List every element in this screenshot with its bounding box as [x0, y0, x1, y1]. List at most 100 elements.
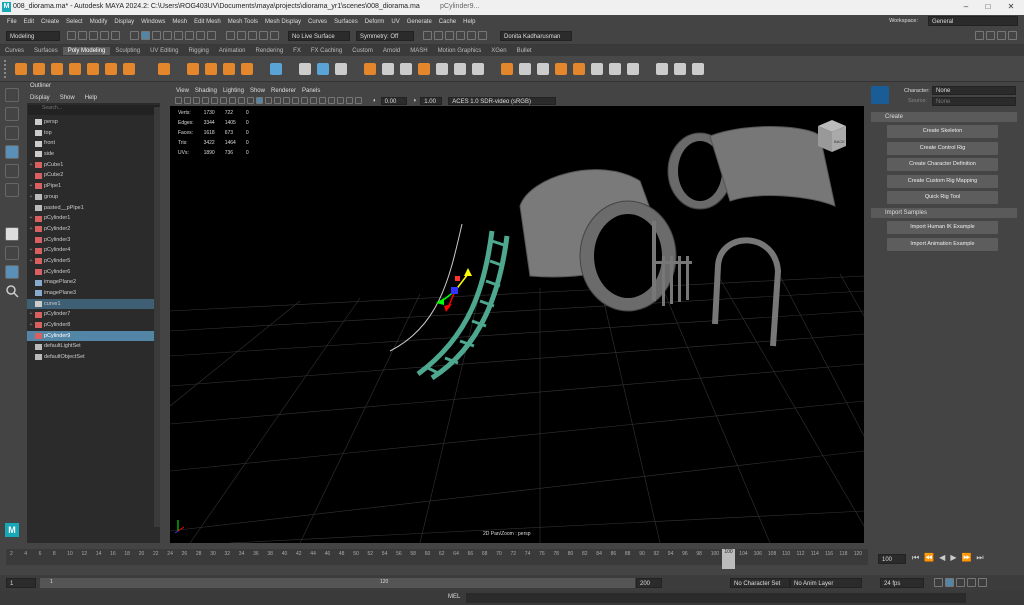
- extrude-icon[interactable]: [400, 62, 412, 75]
- character-dropdown[interactable]: None: [932, 86, 1016, 95]
- sweep-mesh-icon[interactable]: [158, 62, 170, 75]
- menu-windows[interactable]: Windows: [141, 19, 165, 25]
- mode-dropdown[interactable]: Modeling: [6, 31, 60, 41]
- type-icon[interactable]: [223, 62, 235, 75]
- new-scene-icon[interactable]: [67, 30, 76, 40]
- target-weld-icon[interactable]: [519, 62, 531, 75]
- workspace-dropdown[interactable]: General: [928, 16, 1018, 26]
- image-plane-icon[interactable]: [202, 96, 209, 104]
- shelf-tab-rigging[interactable]: Rigging: [183, 47, 213, 55]
- expand-toggle-icon[interactable]: +: [27, 213, 35, 224]
- range-bar[interactable]: 1 120: [40, 578, 635, 588]
- shelf-tab-fx[interactable]: FX: [288, 47, 306, 55]
- expand-toggle-icon[interactable]: +: [27, 224, 35, 235]
- close-button[interactable]: ✕: [1003, 1, 1019, 13]
- fill-hole-icon[interactable]: [472, 62, 484, 75]
- shelf-tab-uv-editing[interactable]: UV Editing: [145, 47, 183, 55]
- poly-cube-icon[interactable]: [33, 62, 45, 75]
- viewport-menu-panels[interactable]: Panels: [302, 88, 320, 94]
- shelf-tab-surfaces[interactable]: Surfaces: [29, 47, 63, 55]
- menu-create[interactable]: Create: [41, 19, 59, 25]
- menu-generate[interactable]: Generate: [407, 19, 432, 25]
- mirror-icon[interactable]: [382, 62, 394, 75]
- boolean-icon[interactable]: [364, 62, 376, 75]
- pCylinder9-ladder[interactable]: [416, 230, 510, 381]
- sound-icon[interactable]: [956, 578, 965, 587]
- pause-icon[interactable]: [478, 30, 487, 40]
- poly-torus-icon[interactable]: [87, 62, 99, 75]
- ipr-render-icon[interactable]: [434, 30, 443, 40]
- import-samples-header[interactable]: Import Samples: [871, 208, 1017, 218]
- outliner-item[interactable]: + pPipe1: [27, 181, 160, 192]
- shelf-menu-icon[interactable]: [4, 59, 12, 78]
- quick-rig-tool-button[interactable]: Quick Rig Tool: [887, 191, 998, 204]
- menu-mesh[interactable]: Mesh: [172, 19, 187, 25]
- grid-icon[interactable]: [211, 96, 218, 104]
- camera-select-icon[interactable]: [175, 96, 182, 104]
- expand-toggle-icon[interactable]: +: [27, 320, 35, 331]
- select-object-icon[interactable]: [141, 30, 150, 40]
- wireframe-on-shaded-icon[interactable]: [274, 96, 281, 104]
- wireframe-icon[interactable]: [256, 96, 263, 104]
- command-language[interactable]: MEL: [448, 594, 460, 600]
- mask-icon[interactable]: [163, 30, 172, 40]
- perspective-viewport[interactable]: BACK: [170, 106, 864, 543]
- outliner-item[interactable]: curve1: [27, 298, 160, 310]
- outliner-layout-icon[interactable]: [5, 265, 19, 279]
- select-hierarchy-icon[interactable]: [130, 30, 139, 40]
- menu-display[interactable]: Display: [114, 19, 134, 25]
- hypershade-icon[interactable]: [456, 30, 465, 40]
- expand-toggle-icon[interactable]: +: [27, 192, 35, 203]
- menu-uv[interactable]: UV: [391, 19, 399, 25]
- create-character-definition-button[interactable]: Create Character Definition: [887, 158, 998, 171]
- film-gate-icon[interactable]: [220, 96, 227, 104]
- slide-edge-icon[interactable]: [656, 62, 668, 75]
- scale-tool-icon[interactable]: [5, 183, 19, 197]
- import-human-ik-example-button[interactable]: Import Human IK Example: [887, 221, 998, 234]
- import-animation-example-button[interactable]: Import Animation Example: [887, 237, 998, 251]
- shelf-tab-curves[interactable]: Curves: [0, 47, 29, 55]
- playback-controls[interactable]: ⏮⏪◀▶⏩⏭: [912, 553, 989, 563]
- menu-cache[interactable]: Cache: [439, 19, 456, 25]
- multi-cut-icon[interactable]: [501, 62, 513, 75]
- separate-icon[interactable]: [317, 62, 329, 75]
- outliner-item[interactable]: defaultLightSet: [27, 341, 160, 352]
- command-input[interactable]: [466, 593, 966, 603]
- render-settings-icon[interactable]: [445, 30, 454, 40]
- viewport-menu-shading[interactable]: Shading: [195, 88, 217, 94]
- offset-edge-loop-icon[interactable]: [609, 62, 621, 75]
- textured-icon[interactable]: [283, 96, 290, 104]
- combine-icon[interactable]: [299, 62, 311, 75]
- exposure-field[interactable]: 0.00: [380, 97, 407, 105]
- create-skeleton-button[interactable]: Create Skeleton: [887, 125, 998, 138]
- outliner-item[interactable]: imagePlane3: [27, 288, 160, 299]
- outliner-item[interactable]: defaultObjectSet: [27, 352, 160, 363]
- shelf-tab-rendering[interactable]: Rendering: [250, 47, 288, 55]
- bridge-icon[interactable]: [418, 62, 430, 75]
- anim-layer-dropdown[interactable]: No Anim Layer: [790, 578, 862, 588]
- outliner-item[interactable]: pCylinder3: [27, 235, 160, 246]
- menu-edit[interactable]: Edit: [24, 19, 34, 25]
- super-shapes-icon[interactable]: [187, 62, 199, 75]
- edge-loop-icon[interactable]: [573, 62, 585, 75]
- fps-dropdown[interactable]: 24 fps: [880, 578, 924, 588]
- move-tool-icon[interactable]: [5, 145, 19, 159]
- shelf-tab-animation[interactable]: Animation: [214, 47, 251, 55]
- outliner-item[interactable]: front: [27, 138, 160, 149]
- gate-mask-icon[interactable]: [238, 96, 245, 104]
- menu-mesh-tools[interactable]: Mesh Tools: [228, 19, 258, 25]
- paint-select-icon[interactable]: [5, 126, 19, 140]
- shelf-tab-sculpting[interactable]: Sculpting: [110, 47, 145, 55]
- resolution-gate-icon[interactable]: [229, 96, 236, 104]
- redo-icon[interactable]: [111, 30, 120, 40]
- render-icon[interactable]: [423, 30, 432, 40]
- xray-joints-icon[interactable]: [355, 96, 362, 104]
- poly-cylinder-icon[interactable]: [51, 62, 63, 75]
- poly-plane-icon[interactable]: [105, 62, 117, 75]
- menu-modify[interactable]: Modify: [90, 19, 108, 25]
- open-scene-icon[interactable]: [78, 30, 87, 40]
- outliner-item[interactable]: + pCylinder2: [27, 224, 160, 235]
- current-frame-marker[interactable]: 100: [722, 549, 735, 569]
- snap-curve-icon[interactable]: [237, 30, 246, 40]
- four-view-layout-icon[interactable]: [5, 246, 19, 260]
